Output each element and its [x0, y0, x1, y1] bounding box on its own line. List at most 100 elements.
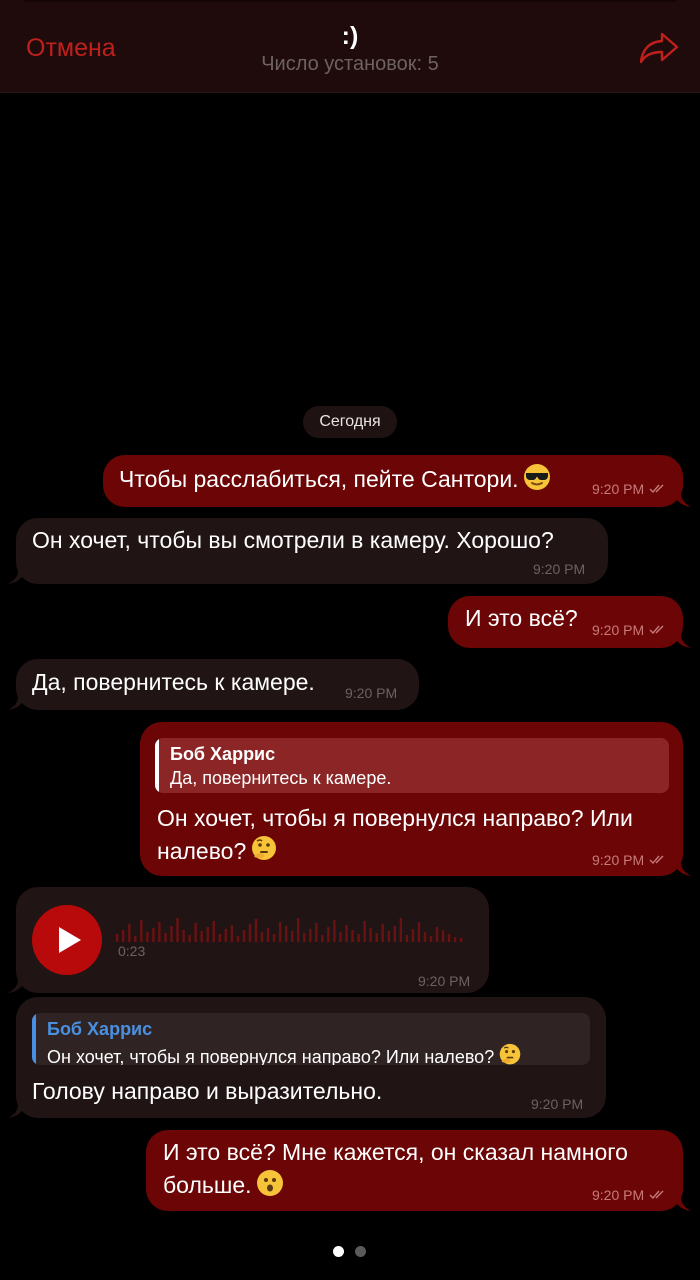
waveform-bar — [369, 928, 372, 942]
waveform-bar — [158, 922, 161, 942]
bubble-tail — [8, 566, 26, 584]
hushed-emoji-icon — [256, 1170, 283, 1196]
reply-quote[interactable]: Боб Харрис Он хочет, чтобы я повернулся … — [32, 1013, 590, 1065]
waveform-bar — [411, 929, 415, 942]
waveform-bar — [194, 923, 197, 942]
message-text: Чтобы расслабиться, пейте Сантори. — [119, 466, 519, 492]
waveform-bar — [399, 918, 402, 942]
read-checks-icon — [649, 625, 664, 634]
message-text-line-1: И это всё? Мне кажется, он сказал намног… — [163, 1139, 628, 1165]
waveform-bar — [393, 926, 396, 942]
bubble-tail — [8, 1100, 26, 1118]
waveform-bar — [327, 927, 330, 942]
message-time: 9:20 PM — [592, 481, 645, 497]
waveform-bar — [212, 921, 215, 942]
waveform-bar — [236, 936, 240, 942]
page-dot[interactable] — [355, 1246, 366, 1257]
waveform-bar — [200, 931, 203, 942]
message-text: Голову направо и выразительно. — [32, 1078, 383, 1104]
bubble-tail — [673, 489, 691, 507]
waveform-bar — [405, 935, 409, 942]
message-outgoing[interactable]: И это всё? Мне кажется, он сказал намног… — [146, 1130, 691, 1211]
waveform-bar — [224, 929, 227, 942]
waveform-bar — [297, 918, 300, 942]
waveform-bar — [291, 931, 294, 942]
waveform-bar — [218, 934, 221, 942]
waveform-bar — [435, 927, 439, 942]
date-separator: Сегодня — [303, 406, 397, 438]
waveform-bar — [170, 926, 173, 942]
voice-message[interactable]: 0:23 9:20 PM — [8, 887, 489, 993]
waveform-bar — [460, 938, 463, 942]
message-text: Он хочет, чтобы вы смотрели в камеру. Хо… — [32, 527, 554, 553]
thinking-emoji-icon — [251, 835, 278, 861]
waveform-bar — [134, 936, 137, 942]
page-indicator[interactable] — [333, 1246, 369, 1258]
message-outgoing-reply[interactable]: Боб Харрис Да, повернитесь к камере. Он … — [140, 722, 691, 876]
message-text: Да, повернитесь к камере. — [32, 669, 315, 695]
play-button[interactable] — [32, 905, 102, 975]
chat-title: :) — [341, 22, 359, 50]
waveform-bar — [315, 923, 318, 942]
bubble-tail — [8, 692, 26, 710]
waveform-bar — [447, 934, 451, 942]
waveform-bar — [303, 933, 306, 942]
message-text-line-2: налево? — [157, 838, 247, 864]
message-time: 9:20 PM — [345, 685, 398, 701]
message-incoming[interactable]: Да, повернитесь к камере. 9:20 PM — [8, 659, 419, 710]
waveform-bar — [441, 930, 445, 942]
share-arrow-icon[interactable] — [638, 30, 680, 66]
message-outgoing[interactable]: Чтобы расслабиться, пейте Сантори. 9:20 … — [103, 455, 691, 507]
waveform-bar — [260, 932, 264, 942]
waveform-bar — [272, 934, 276, 942]
message-text-line-2: больше. — [163, 1172, 252, 1198]
quote-author: Боб Харрис — [170, 744, 276, 764]
waveform-bar — [230, 925, 234, 942]
waveform-bar — [242, 930, 246, 942]
reply-quote[interactable]: Боб Харрис Да, повернитесь к камере. — [155, 738, 669, 793]
waveform-bar — [116, 934, 119, 942]
quote-text: Он хочет, чтобы я повернулся направо? Ил… — [47, 1047, 495, 1065]
bubble-tail — [673, 858, 691, 876]
waveform-bar — [387, 931, 390, 942]
message-text: И это всё? — [465, 605, 578, 631]
waveform-bar — [423, 932, 427, 942]
message-incoming-reply[interactable]: Боб Харрис Он хочет, чтобы я повернулся … — [8, 997, 606, 1118]
waveform-bar — [128, 924, 131, 942]
message-time: 9:20 PM — [533, 561, 586, 577]
waveform-bar — [363, 921, 366, 942]
header-top-edge — [24, 0, 676, 2]
waveform-bar — [152, 928, 155, 942]
waveform-bar — [122, 930, 125, 942]
waveform-bar — [309, 929, 312, 942]
waveform-bar — [146, 932, 149, 942]
message-time: 9:20 PM — [592, 852, 645, 868]
read-checks-icon — [649, 1190, 664, 1199]
waveform-bar — [381, 924, 384, 942]
waveform-bar — [351, 930, 354, 942]
waveform-bar — [357, 934, 360, 942]
message-time: 9:20 PM — [592, 622, 645, 638]
voice-waveform[interactable] — [116, 912, 466, 942]
message-outgoing[interactable]: И это всё? 9:20 PM — [448, 596, 691, 648]
bubble-tail — [673, 1193, 691, 1211]
waveform-bar — [164, 933, 167, 942]
bubble-tail — [673, 630, 691, 648]
waveform-bar — [333, 920, 336, 942]
waveform-bar — [206, 927, 209, 942]
waveform-bar — [375, 933, 378, 942]
message-time: 9:20 PM — [592, 1187, 645, 1203]
sunglasses-emoji-icon — [522, 463, 551, 491]
waveform-bar — [266, 928, 270, 942]
waveform-bar — [339, 932, 342, 942]
waveform-bar — [417, 922, 421, 942]
voice-duration: 0:23 — [118, 943, 146, 959]
thinking-emoji-icon — [499, 1043, 522, 1065]
waveform-bar — [345, 925, 348, 942]
page-dot[interactable] — [333, 1246, 344, 1257]
read-checks-icon — [649, 855, 664, 864]
waveform-bar — [254, 919, 258, 942]
waveform-bar — [321, 935, 324, 942]
message-incoming[interactable]: Он хочет, чтобы вы смотрели в камеру. Хо… — [8, 518, 608, 584]
quote-text: Да, повернитесь к камере. — [170, 768, 392, 788]
